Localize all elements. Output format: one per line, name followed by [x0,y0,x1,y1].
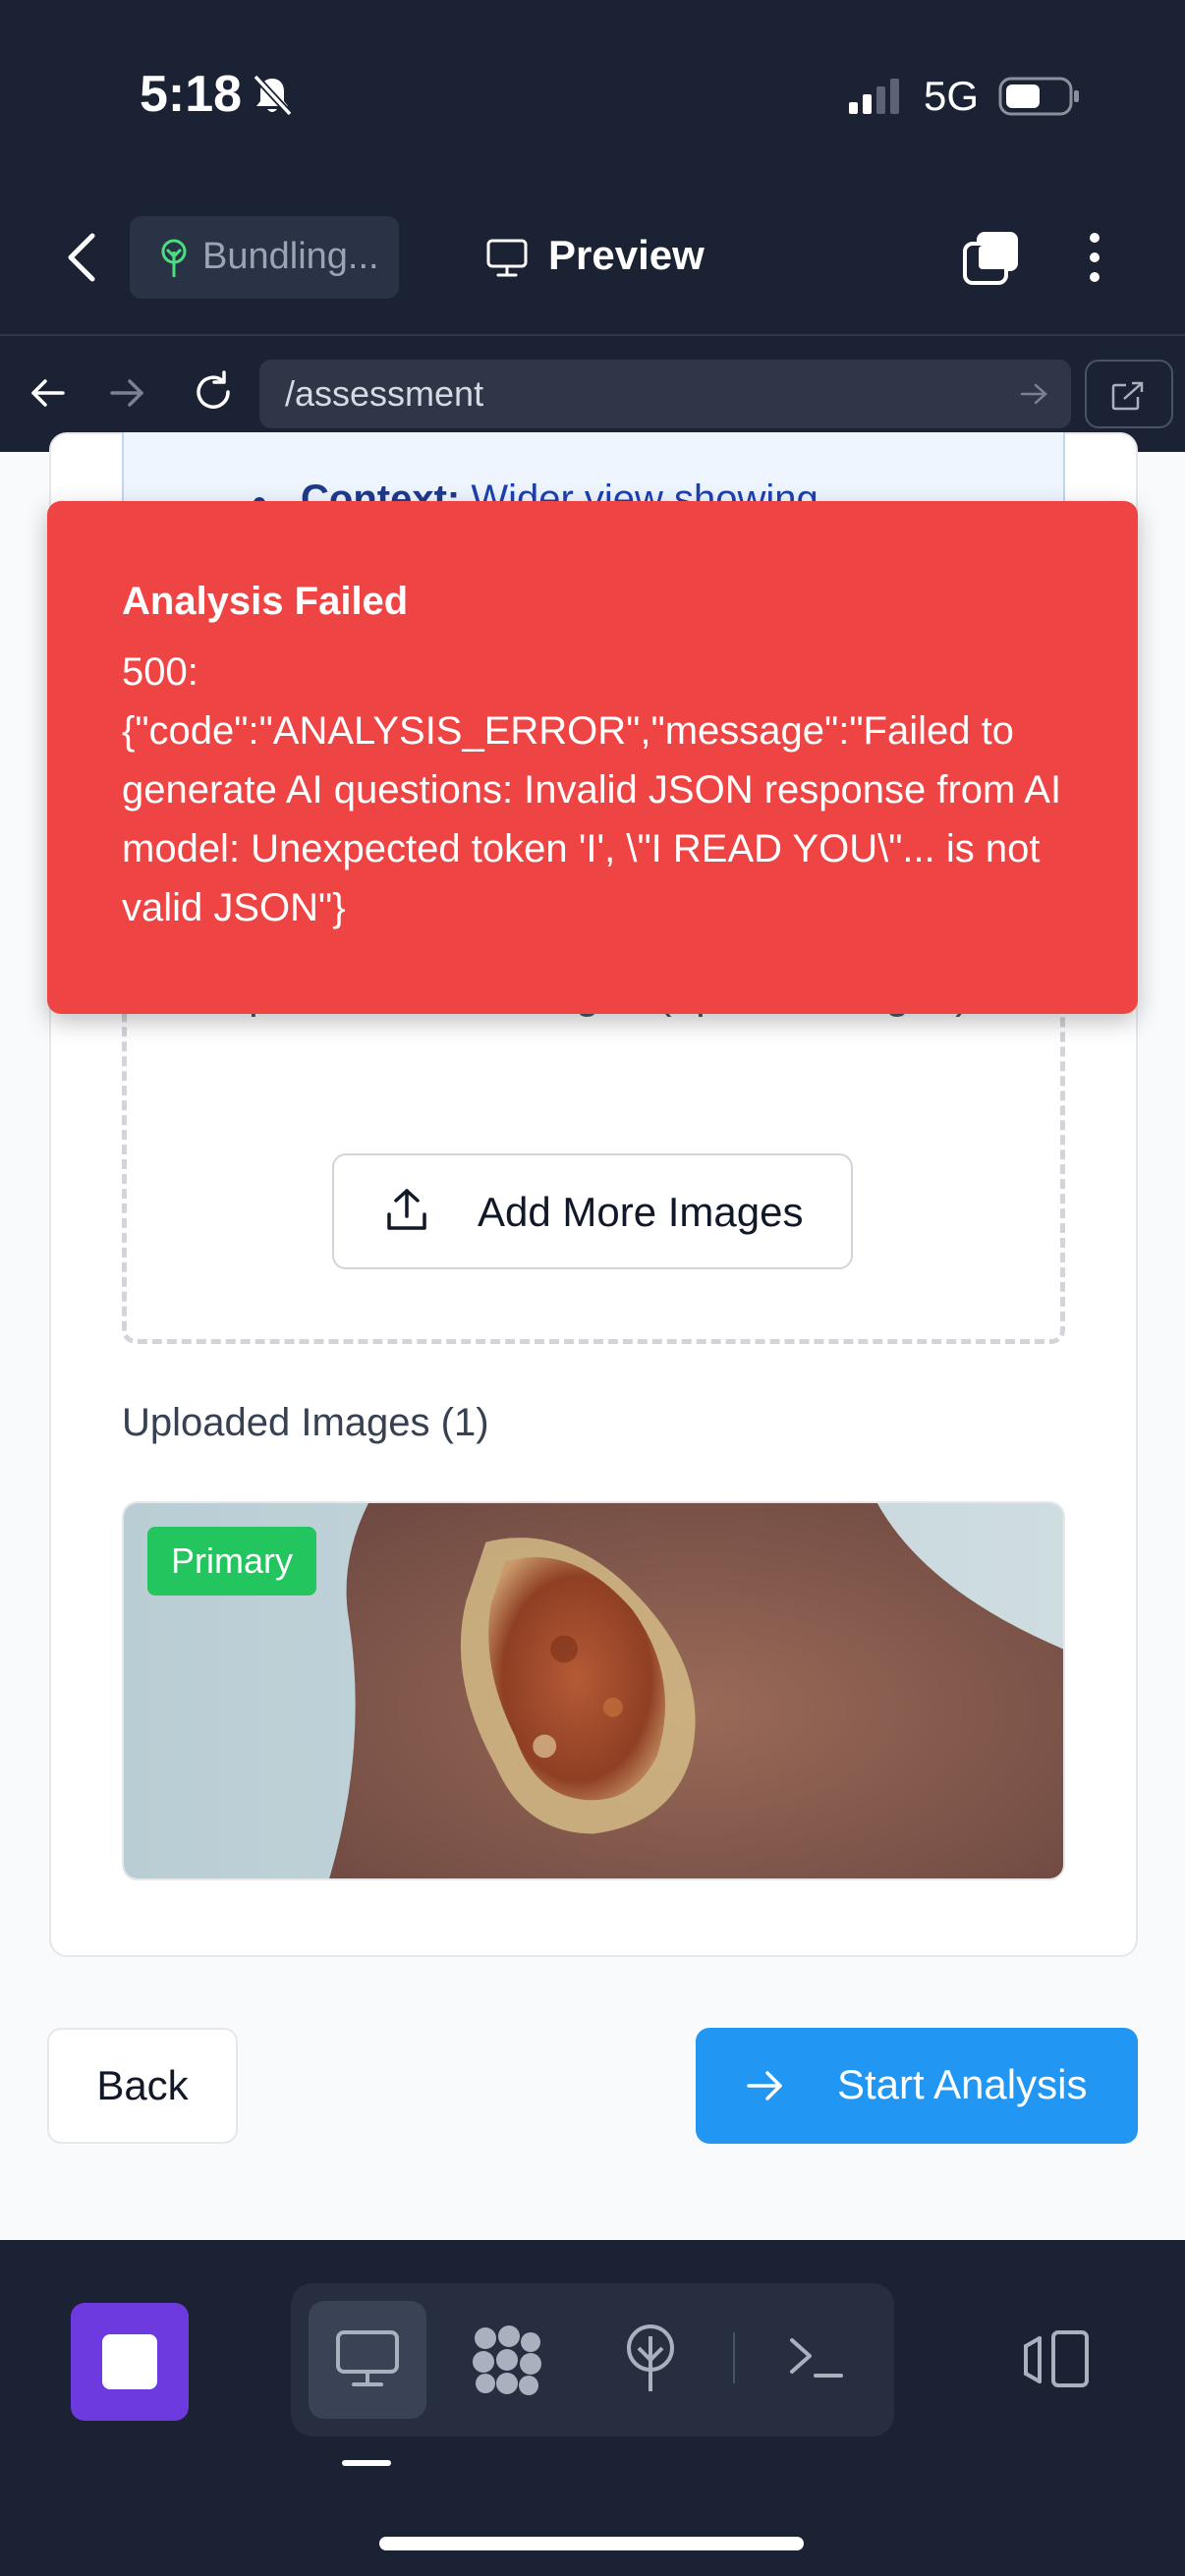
bell-slash-icon [253,74,293,117]
preview-title[interactable]: Preview [548,232,705,279]
external-link-icon [1111,381,1144,411]
arrow-right-icon [747,2071,782,2100]
status-time: 5:18 [140,66,243,123]
chevron-left-icon[interactable] [61,230,104,285]
network-label: 5G [924,73,980,119]
back-button[interactable]: Back [47,2028,238,2144]
primary-badge: Primary [147,1527,316,1596]
error-message: 500: {"code":"ANALYSIS_ERROR","message":… [122,650,1062,929]
error-title: Analysis Failed [122,580,409,623]
terminal-icon[interactable] [786,2328,845,2385]
battery-icon [998,77,1079,116]
tree-icon[interactable] [621,2323,680,2395]
bundling-label: Bundling... [202,236,379,277]
home-indicator [379,2537,804,2550]
stop-icon [102,2334,157,2389]
monitor-icon [336,2330,399,2386]
signal-icon [849,79,899,114]
tree-icon [161,239,187,277]
uploaded-images-heading: Uploaded Images (1) [122,1401,489,1444]
arrow-left-icon[interactable] [28,373,67,413]
more-vertical-icon[interactable] [1081,228,1108,287]
arrow-right-icon[interactable] [108,373,147,413]
url-text: /assessment [285,373,484,414]
panel-toggle-icon[interactable] [1018,2328,1093,2389]
active-tool-indicator [342,2460,391,2466]
divider [733,2332,735,2383]
monitor-icon [486,239,528,277]
reload-icon[interactable] [191,369,236,415]
dots-grid-icon[interactable] [470,2324,544,2397]
tabs-icon[interactable] [961,228,1022,287]
upload-icon [387,1189,426,1230]
arrow-right-icon[interactable] [1018,379,1049,409]
add-more-images-label: Add More Images [478,1189,804,1235]
start-analysis-label: Start Analysis [837,2061,1088,2107]
